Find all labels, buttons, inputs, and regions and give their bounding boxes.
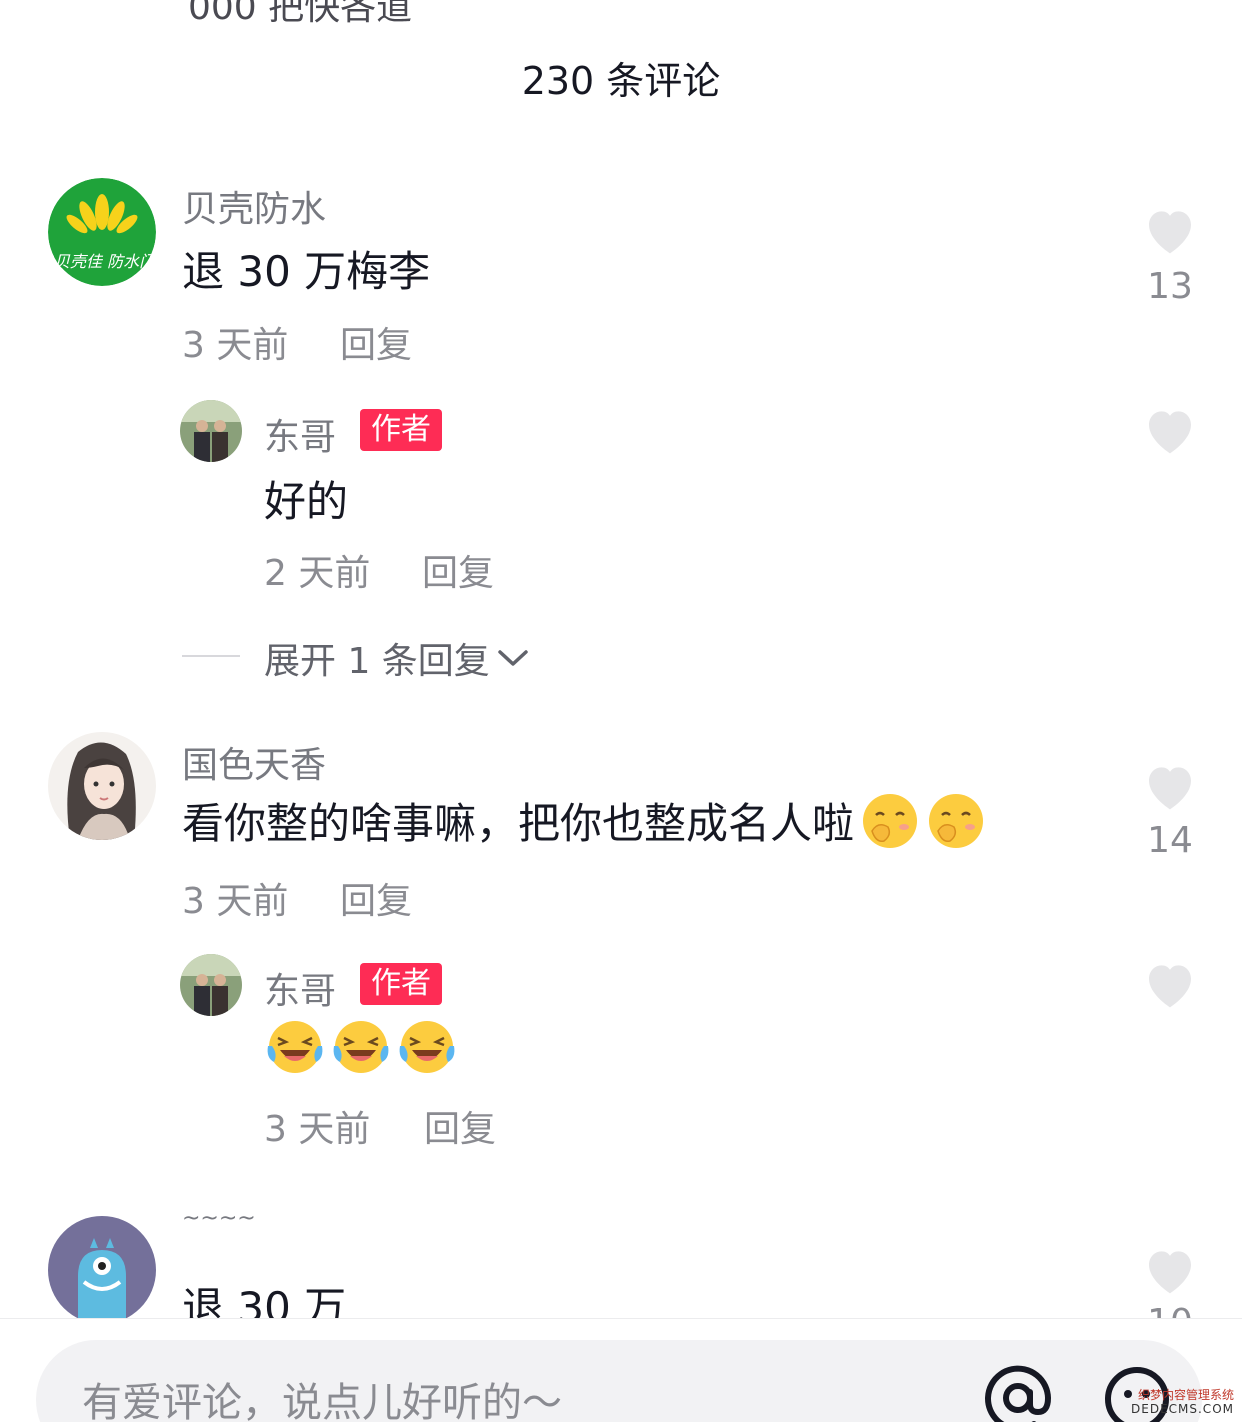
shy-face-emoji <box>929 793 984 848</box>
heart-icon <box>1149 411 1191 454</box>
like-button[interactable] <box>1140 204 1200 260</box>
reply-button[interactable]: 回复 <box>424 1100 496 1152</box>
user-photo-icon <box>180 954 242 1016</box>
laughing-tears-emoji <box>267 1021 323 1073</box>
avatar[interactable] <box>48 732 156 840</box>
expand-replies-label: 展开 1 条回复 <box>264 641 490 682</box>
comment-text-row: 看你整的啥事嘛，把你也整成名人啦 <box>182 790 986 851</box>
comment-text: 看你整的啥事嘛，把你也整成名人啦 <box>182 799 855 848</box>
heart-icon <box>1149 767 1191 810</box>
comment-input-placeholder: 有爱评论，说点儿好听的～ <box>82 1380 562 1422</box>
reply-button[interactable]: 回复 <box>340 872 412 924</box>
reply-button[interactable]: 回复 <box>340 316 412 368</box>
like-button[interactable] <box>1140 958 1200 1014</box>
avatar[interactable] <box>48 1216 156 1324</box>
comment-username[interactable]: 贝壳防水 <box>182 180 326 232</box>
previous-content-partial: 000 把快各道 <box>188 0 413 28</box>
at-icon <box>985 1365 1052 1422</box>
comments-count-title: 230 条评论 <box>521 59 721 103</box>
like-count: 13 <box>1147 266 1193 307</box>
watermark-line1: 织梦内容管理系统 <box>1137 1388 1234 1402</box>
comment-username[interactable]: 国色天香 <box>182 736 326 788</box>
author-badge: 作者 <box>360 409 442 451</box>
reply-button[interactable]: 回复 <box>422 544 494 596</box>
reply-time: 3 天前 <box>264 1109 371 1150</box>
monster-icon <box>48 1216 156 1324</box>
comment-text: 退 30 万梅李 <box>182 247 431 296</box>
reply-emoji-row <box>264 1018 458 1076</box>
author-badge: 作者 <box>360 963 442 1005</box>
like-button[interactable] <box>1140 404 1200 460</box>
heart-icon <box>1149 965 1191 1008</box>
comment-time: 3 天前 <box>182 325 289 366</box>
heart-icon <box>1149 1251 1191 1294</box>
like-button[interactable] <box>1140 760 1200 816</box>
laughing-tears-emoji <box>399 1021 455 1073</box>
avatar[interactable]: 贝壳佳 防水门店 <box>48 178 156 286</box>
anime-girl-icon <box>48 732 156 840</box>
shy-face-emoji <box>863 793 918 848</box>
laughing-tears-emoji <box>333 1021 389 1073</box>
expand-replies-button[interactable]: 展开 1 条回复 <box>264 632 530 684</box>
at-mention-button[interactable] <box>982 1362 1054 1422</box>
avatar[interactable] <box>180 400 242 462</box>
heart-icon <box>1149 211 1191 254</box>
avatar-logo-text: 贝壳佳 防水门店 <box>54 252 152 271</box>
reply-username[interactable]: 东哥 <box>264 962 336 1014</box>
reply-text: 好的 <box>264 477 349 526</box>
reply-username[interactable]: 东哥 <box>264 408 336 460</box>
like-count: 14 <box>1147 820 1193 861</box>
expand-divider <box>182 655 240 657</box>
chevron-down-icon <box>498 650 528 666</box>
avatar[interactable] <box>180 954 242 1016</box>
comment-username[interactable]: ~~~~ <box>182 1206 256 1231</box>
user-photo-icon <box>180 400 242 462</box>
like-button[interactable] <box>1140 1244 1200 1300</box>
watermark-line2: DEDECMS.COM <box>1131 1402 1234 1416</box>
reply-time: 2 天前 <box>264 553 371 594</box>
comment-time: 3 天前 <box>182 881 289 922</box>
watermark: 织梦内容管理系统 DEDECMS.COM <box>1131 1388 1234 1416</box>
